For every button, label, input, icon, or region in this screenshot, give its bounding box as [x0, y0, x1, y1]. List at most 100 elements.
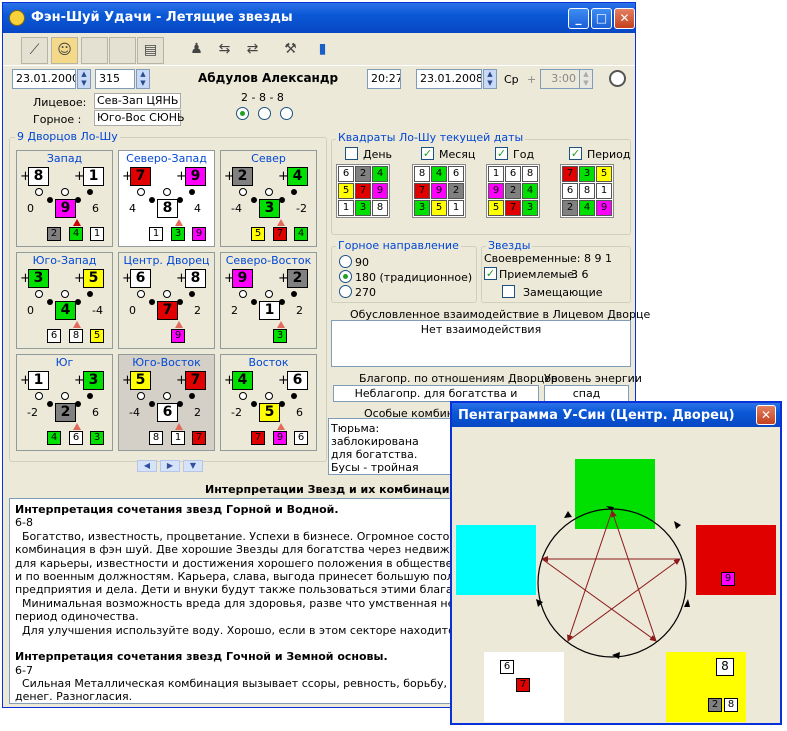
grid-cell: 6: [562, 183, 578, 199]
yang-marker: [265, 188, 273, 196]
scroll-right-button[interactable]: ▶: [160, 460, 180, 472]
palace[interactable]: Север +2 +4 -4 3 -2 5 7 4: [220, 150, 317, 247]
blago-label: Благопр. по отношениям Дворцов: [359, 372, 558, 385]
exit-icon[interactable]: ▮: [309, 37, 336, 64]
period-star: 3: [90, 431, 104, 445]
date-spinner[interactable]: ▲ ▼: [77, 69, 91, 89]
right-score: 6: [296, 406, 303, 419]
mountain-star: 4: [232, 371, 253, 390]
water-star: 3: [83, 371, 104, 390]
square-checkbox[interactable]: ✓: [495, 147, 508, 160]
period-star: 1: [171, 431, 185, 445]
palace-name: Запад: [46, 152, 83, 165]
warning-marker: [277, 423, 285, 430]
person-icon[interactable]: ☺: [51, 37, 78, 64]
direction-90-label: 90: [355, 256, 369, 269]
close-button[interactable]: ✕: [614, 8, 635, 29]
maximize-button[interactable]: □: [591, 8, 612, 29]
acceptable-label: Приемлемые:: [499, 268, 578, 281]
tool-icon[interactable]: ⚒: [277, 37, 304, 64]
people-icon[interactable]: ♟: [183, 37, 210, 64]
left-score: -2: [27, 406, 38, 419]
left-score: 2: [231, 304, 238, 317]
combo-radio-2[interactable]: [258, 107, 271, 120]
square-label: Период: [587, 148, 631, 161]
earth-star-a: 8: [716, 658, 734, 676]
square-checkbox[interactable]: [345, 147, 358, 160]
period-star: 1: [90, 227, 104, 241]
square-checkbox[interactable]: ✓: [421, 147, 434, 160]
palace[interactable]: Центр. Дворец +6 +8 0 7 2 9: [118, 252, 215, 349]
palace-name: Юго-Запад: [32, 254, 97, 267]
grid-cell: 4: [431, 166, 447, 182]
mountain-star: 7: [130, 167, 151, 186]
current-date-spinner[interactable]: ▲ ▼: [483, 69, 497, 89]
birth-date-field[interactable]: 23.01.2000: [12, 69, 76, 89]
number-spinner[interactable]: ▲ ▼: [136, 69, 150, 89]
palace[interactable]: Юг +1 +3 -2 2 6 4 6 3: [16, 354, 113, 451]
chart-icon[interactable]: ⟋: [21, 37, 48, 64]
yang-marker: [137, 188, 145, 196]
blank-button[interactable]: [109, 37, 136, 64]
period-combo: 2 - 8 - 8: [241, 91, 284, 104]
direction-radio-90[interactable]: [339, 255, 352, 268]
palace[interactable]: Запад +8 +1 0 9 6 2 4 1: [16, 150, 113, 247]
pentagram-close-button[interactable]: ✕: [756, 405, 776, 425]
cursor-icon[interactable]: ⇆: [211, 37, 238, 64]
square-checkbox[interactable]: ✓: [569, 147, 582, 160]
period-star: 7: [273, 227, 287, 241]
palace[interactable]: Юго-Запад +3 +5 0 4 -4 6 8 5: [16, 252, 113, 349]
grid-cell: 7: [505, 200, 521, 216]
facing-label: Лицевое:: [33, 96, 87, 109]
yin-marker: [149, 299, 155, 305]
yang-marker: [35, 392, 43, 400]
blank-button[interactable]: [81, 37, 108, 64]
document-icon[interactable]: ▤: [137, 37, 164, 64]
warning-marker: [277, 321, 285, 328]
grid-cell: 1: [448, 200, 464, 216]
scroll-left-button[interactable]: ◀: [137, 460, 157, 472]
combo-radio-3[interactable]: [280, 107, 293, 120]
current-date-field[interactable]: 23.01.2008: [416, 69, 482, 89]
combo-radio-1[interactable]: [236, 107, 249, 120]
number-field[interactable]: 315: [95, 69, 135, 89]
palace-name: Юг: [55, 356, 74, 369]
warning-marker: [277, 219, 285, 226]
minimize-button[interactable]: _: [568, 8, 589, 29]
grid-cell: 5: [596, 166, 612, 182]
square-label: День: [363, 148, 393, 161]
yin-marker: [47, 299, 53, 305]
acceptable-checkbox[interactable]: ✓: [484, 267, 497, 280]
grid-cell: 7: [562, 166, 578, 182]
direction-radio-270[interactable]: [339, 285, 352, 298]
direction-radio-180[interactable]: [339, 270, 352, 283]
grid-cell: 5: [338, 183, 354, 199]
yin-marker: [189, 393, 195, 399]
mountain-star: 1: [28, 371, 49, 390]
time-field[interactable]: 20:27: [367, 69, 401, 89]
squares-title: Квадраты Ло-Шу текущей даты: [336, 131, 526, 144]
square-label: Год: [513, 148, 535, 161]
grid-cell: 5: [488, 200, 504, 216]
palace[interactable]: Юго-Восток +5 +7 -4 6 2 8 1 7: [118, 354, 215, 451]
clock-icon[interactable]: [609, 70, 626, 87]
facing-value: Сев-Зап ЦЯНЬ: [94, 93, 181, 109]
luoshu-grid: 735 681 249: [560, 164, 614, 218]
grid-cell: 5: [431, 200, 447, 216]
palace[interactable]: Северо-Запад +7 +9 4 8 4 1 3 9: [118, 150, 215, 247]
scroll-down-button[interactable]: ▼: [183, 460, 203, 472]
fire-star: 9: [721, 572, 735, 586]
right-score: 2: [194, 304, 201, 317]
grid-cell: 8: [522, 166, 538, 182]
mountain-star: 6: [130, 269, 151, 288]
left-score: -4: [129, 406, 140, 419]
period-star: 4: [294, 227, 308, 241]
palace[interactable]: Восток +4 +6 -2 5 6 7 9 6: [220, 354, 317, 451]
period-star: 6: [47, 329, 61, 343]
replace-checkbox[interactable]: [502, 285, 515, 298]
yang-marker: [239, 188, 247, 196]
yin-marker: [149, 197, 155, 203]
palace[interactable]: Северо-Восток +9 +2 2 1 2 3: [220, 252, 317, 349]
period-star: 1: [149, 227, 163, 241]
arrows-icon[interactable]: ⇄: [239, 37, 266, 64]
